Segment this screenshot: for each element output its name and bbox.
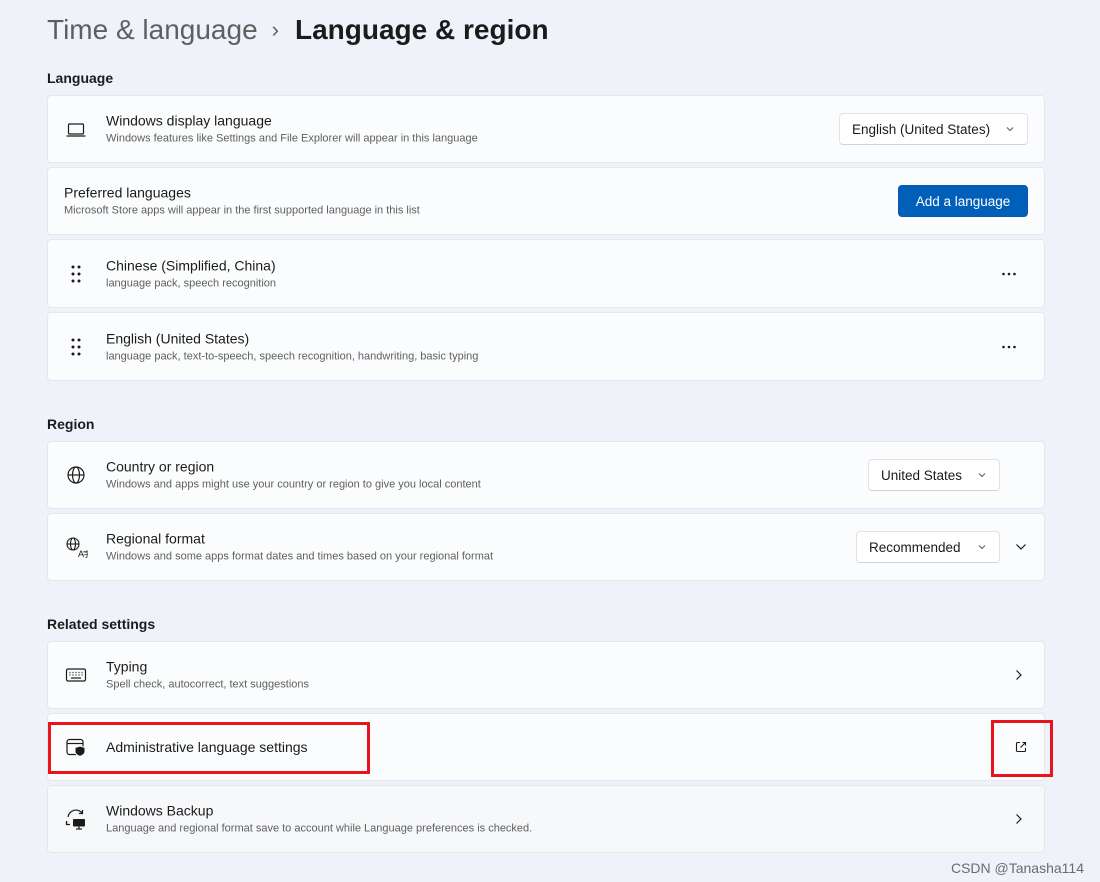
typing-title: Typing [106, 658, 148, 675]
language-name: English (United States) [106, 330, 250, 346]
windows-backup-title: Windows Backup [106, 802, 214, 819]
typing-link[interactable]: Typing Spell check, autocorrect, text su… [47, 641, 1045, 709]
country-region-dropdown[interactable]: United States [868, 459, 1000, 491]
page-title: Language & region [294, 14, 549, 45]
backup-sync-icon [65, 809, 85, 830]
breadcrumb: Time & language › Language & region [47, 14, 549, 46]
preferred-languages-card: Preferred languages Microsoft Store apps… [47, 167, 1045, 235]
country-region-subtitle: Windows and apps might use your country … [106, 478, 481, 491]
chevron-right-icon [1016, 814, 1022, 824]
preferred-languages-subtitle: Microsoft Store apps will appear in the … [64, 204, 420, 217]
display-language-dropdown[interactable]: English (United States) [839, 113, 1028, 145]
more-options-icon[interactable] [1000, 265, 1018, 283]
chevron-down-icon [978, 473, 986, 478]
windows-backup-subtitle: Language and regional format save to acc… [106, 822, 533, 835]
section-header-language: Language [47, 70, 114, 86]
add-language-button[interactable]: Add a language [898, 185, 1028, 217]
country-region-value: United States [881, 467, 963, 483]
display-language-title: Windows display language [106, 112, 272, 129]
display-language-value: English (United States) [852, 121, 991, 137]
language-item-chinese[interactable]: Chinese (Simplified, China) language pac… [47, 239, 1045, 308]
watermark: CSDN @Tanasha114 [950, 860, 1084, 876]
svg-text:字: 字 [83, 549, 88, 559]
regional-format-subtitle: Windows and some apps format dates and t… [106, 550, 494, 563]
display-language-subtitle: Windows features like Settings and File … [106, 132, 478, 145]
breadcrumb-chevron-icon: › [271, 17, 279, 42]
breadcrumb-parent[interactable]: Time & language [47, 14, 258, 46]
keyboard-icon [65, 668, 87, 682]
regional-format-title: Regional format [106, 530, 205, 547]
country-region-card: Country or region Windows and apps might… [47, 441, 1045, 509]
section-header-related-settings: Related settings [47, 616, 156, 632]
section-header-region: Region [47, 416, 95, 432]
regional-format-value: Recommended [869, 539, 961, 555]
preferred-languages-title: Preferred languages [64, 184, 191, 201]
regional-format-card[interactable]: A 字 Regional format Windows and some app… [47, 513, 1045, 581]
regional-format-icon: A 字 [66, 537, 88, 559]
chevron-right-icon [1016, 670, 1022, 680]
windows-display-language-card: Windows display language Windows feature… [47, 95, 1045, 163]
globe-icon [67, 466, 85, 484]
language-features: language pack, text-to-speech, speech re… [106, 350, 479, 362]
more-options-icon[interactable] [1000, 338, 1018, 356]
typing-subtitle: Spell check, autocorrect, text suggestio… [106, 678, 309, 691]
language-name: Chinese (Simplified, China) [106, 257, 276, 273]
windows-backup-link[interactable]: Windows Backup Language and regional for… [47, 785, 1045, 853]
regional-format-dropdown[interactable]: Recommended [856, 531, 1000, 563]
language-features: language pack, speech recognition [106, 277, 277, 289]
laptop-icon [66, 123, 86, 137]
chevron-down-icon [1006, 127, 1014, 132]
country-region-title: Country or region [106, 458, 215, 475]
chevron-down-icon [978, 545, 986, 550]
drag-handle-icon[interactable] [64, 335, 88, 359]
highlight-box-external-link [991, 720, 1053, 777]
expand-chevron-icon[interactable] [1014, 540, 1028, 554]
drag-handle-icon[interactable] [64, 262, 88, 286]
language-item-english[interactable]: English (United States) language pack, t… [47, 312, 1045, 381]
highlight-box-admin-title [48, 722, 370, 774]
